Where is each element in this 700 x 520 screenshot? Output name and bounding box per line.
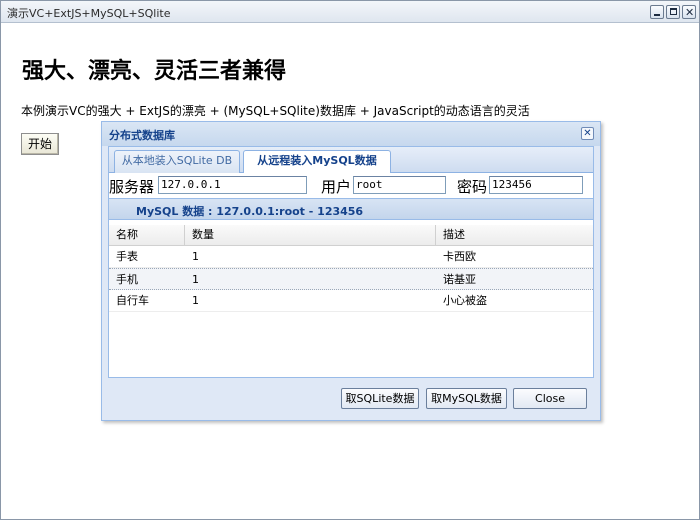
- cell-quantity: 1: [192, 250, 199, 263]
- start-button[interactable]: 开始: [21, 133, 59, 155]
- maximize-icon[interactable]: [666, 5, 680, 19]
- grid-header: 名称 数量 描述: [109, 225, 593, 246]
- grid-panel-header: MySQL 数据 : 127.0.0.1:root - 123456: [109, 198, 593, 220]
- dialog-title: 分布式数据库: [109, 129, 175, 142]
- grid-panel-title: MySQL 数据 : 127.0.0.1:root - 123456: [136, 205, 364, 218]
- cell-name: 手机: [116, 273, 138, 286]
- server-input[interactable]: 127.0.0.1: [158, 176, 307, 194]
- cell-name: 自行车: [116, 294, 149, 307]
- distributed-db-dialog: 分布式数据库 ✕ 从本地装入SQLite DB 从远程装入MySQL数据 服务器…: [101, 121, 601, 421]
- tab-load-sqlite[interactable]: 从本地装入SQLite DB: [114, 150, 240, 173]
- app-window: 演示VC+ExtJS+MySQL+SQlite ✕ 强大、漂亮、灵活三者兼得 本…: [0, 0, 700, 520]
- connection-form: 服务器 127.0.0.1 用户 root 密码 123456: [109, 173, 593, 198]
- dialog-header[interactable]: 分布式数据库 ✕: [102, 122, 600, 146]
- minimize-icon[interactable]: [650, 5, 664, 19]
- fetch-mysql-button[interactable]: 取MySQL数据: [426, 388, 507, 409]
- fetch-sqlite-button[interactable]: 取SQLite数据: [341, 388, 419, 409]
- close-icon[interactable]: ✕: [581, 127, 594, 140]
- user-input[interactable]: root: [353, 176, 446, 194]
- cell-description: 诺基亚: [443, 273, 476, 286]
- password-label: 密码: [457, 178, 488, 196]
- user-label: 用户: [321, 178, 352, 196]
- column-header-name[interactable]: 名称: [109, 225, 185, 246]
- password-input[interactable]: 123456: [489, 176, 583, 194]
- tab-strip: 从本地装入SQLite DB 从远程装入MySQL数据: [109, 147, 593, 174]
- table-row[interactable]: 手机 1 诺基亚: [109, 268, 593, 290]
- tab-load-mysql[interactable]: 从远程装入MySQL数据: [243, 150, 391, 174]
- page-description: 本例演示VC的强大 + ExtJS的漂亮 + (MySQL+SQlite)数据库…: [21, 104, 530, 118]
- close-icon[interactable]: ✕: [682, 5, 696, 19]
- table-row[interactable]: 自行车 1 小心被盗: [109, 290, 593, 312]
- page-headline: 强大、漂亮、灵活三者兼得: [22, 58, 287, 84]
- cell-quantity: 1: [192, 294, 199, 307]
- cell-quantity: 1: [192, 273, 199, 286]
- cell-name: 手表: [116, 250, 138, 263]
- server-label: 服务器: [109, 178, 155, 196]
- cell-description: 卡西欧: [443, 250, 476, 263]
- column-header-description[interactable]: 描述: [436, 225, 593, 246]
- window-title: 演示VC+ExtJS+MySQL+SQlite: [7, 7, 171, 20]
- table-row[interactable]: 手表 1 卡西欧: [109, 246, 593, 268]
- close-button[interactable]: Close: [513, 388, 587, 409]
- column-header-quantity[interactable]: 数量: [185, 225, 436, 246]
- window-titlebar[interactable]: 演示VC+ExtJS+MySQL+SQlite ✕: [1, 1, 699, 23]
- cell-description: 小心被盗: [443, 294, 487, 307]
- dialog-body: 从本地装入SQLite DB 从远程装入MySQL数据 服务器 127.0.0.…: [108, 146, 594, 378]
